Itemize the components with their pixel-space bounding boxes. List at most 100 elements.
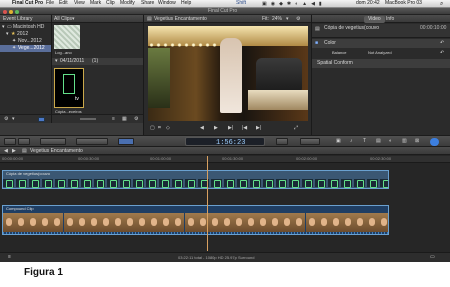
import-button[interactable] — [4, 138, 16, 145]
filmstrip-frame — [329, 213, 342, 233]
spatial-section-header[interactable]: Spatial Conform — [312, 59, 450, 68]
menu-app-name[interactable]: Final Cut Pro — [12, 1, 43, 6]
fit-value[interactable]: 24% — [272, 17, 282, 22]
status-icons[interactable]: ▣◉◆✱◐▲◀▮ — [262, 1, 362, 7]
back-icon[interactable]: ◀ — [4, 149, 8, 154]
filmstrip-view-icon[interactable]: ▦ — [122, 117, 127, 122]
menu-modify[interactable]: Modify — [120, 1, 135, 6]
forward-icon[interactable]: ▶ — [12, 149, 16, 154]
show-hide-library-icon[interactable] — [38, 117, 45, 122]
video-preview[interactable] — [148, 26, 308, 121]
play-reverse-icon[interactable]: ◀ — [200, 126, 204, 131]
viewer-controls: ▢ ⌗ ◇ ◀ ▶ ▶| |◀ ▶| ⤢ — [143, 123, 311, 135]
playhead[interactable] — [207, 156, 208, 251]
audio-meter-button[interactable] — [276, 138, 288, 145]
reset-icon[interactable]: ↶ — [440, 41, 444, 46]
filmstrip-frame — [232, 213, 245, 233]
filmstrip-frame — [378, 213, 388, 233]
rating-buttons[interactable] — [40, 138, 66, 145]
themes-browser-icon[interactable]: ◐ — [389, 139, 392, 144]
color-section-label: Color — [324, 40, 336, 46]
crop-icon[interactable]: ⌗ — [158, 126, 161, 131]
titles-browser-icon[interactable]: T — [363, 139, 366, 144]
play-icon[interactable]: ▶ — [214, 126, 218, 131]
dropdown-arrow-icon[interactable]: ▾ — [12, 117, 15, 122]
menu-mark[interactable]: Mark — [90, 1, 101, 6]
next-frame-icon[interactable]: ▶| — [228, 126, 233, 131]
menu-help[interactable]: Help — [181, 1, 191, 6]
clip-thumbnail-1[interactable] — [54, 25, 80, 49]
music-browser-icon[interactable]: ♪ — [350, 139, 353, 144]
menu-edit[interactable]: Edit — [59, 1, 68, 6]
menu-view[interactable]: View — [74, 1, 85, 6]
keyword-button[interactable] — [18, 138, 30, 145]
disclosure-triangle-icon[interactable]: ▾ — [55, 59, 58, 64]
tab-video[interactable]: Video — [364, 16, 385, 23]
inspector-toggle-icon[interactable] — [430, 138, 439, 146]
viewer-settings-icon[interactable]: ⚙ — [296, 17, 300, 22]
enhancements-button[interactable] — [300, 138, 320, 145]
timeline-index-icon[interactable]: ≡ — [8, 255, 11, 260]
window-title-bar: Final Cut Pro — [0, 8, 450, 15]
date-group-header[interactable]: ▾ 04/11/2011 (1) — [52, 58, 144, 65]
settings-gear-icon[interactable]: ⚙ — [134, 117, 138, 122]
filmstrip-frame — [341, 179, 352, 188]
color-section-header[interactable]: ■ Color ↶ — [312, 39, 450, 48]
transform-icon[interactable]: ▢ — [150, 126, 155, 131]
disclosure-triangle-icon[interactable]: ▾ — [2, 25, 5, 30]
checkbox-icon[interactable]: ■ — [315, 41, 318, 46]
spatial-section-label: Spatial Conform — [317, 60, 353, 66]
menu-user[interactable]: MacBook Pro 03 — [385, 1, 422, 6]
filmstrip-frame — [366, 213, 378, 233]
filmstrip-frame — [305, 213, 318, 233]
action-gear-icon[interactable]: ⚙ — [4, 117, 8, 122]
filmstrip-frame — [136, 213, 149, 233]
library-item-event-vege[interactable]: ✦ Vege...2012 — [0, 45, 51, 52]
select-tool-button[interactable] — [118, 138, 134, 145]
fullscreen-icon[interactable]: ⤢ — [294, 126, 298, 131]
filmstrip-frame — [276, 179, 287, 188]
zoom-slider[interactable] — [80, 118, 96, 120]
menu-clip[interactable]: Clip — [106, 1, 115, 6]
spotlight-icon[interactable]: ⌕ — [440, 1, 443, 7]
timeline-compound-clip[interactable]: Compound Clip — [2, 205, 389, 235]
library-item-2012[interactable]: ▾ ★ 2012 — [0, 31, 51, 38]
menu-share[interactable]: Share — [141, 1, 154, 6]
clip-appearance-icon[interactable]: ▭ — [430, 255, 435, 260]
filmstrip-frame — [263, 179, 274, 188]
filter-dropdown-icon[interactable]: ▾ — [72, 17, 75, 22]
menu-window[interactable]: Window — [158, 1, 176, 6]
balance-action-icon[interactable]: ↶ — [440, 51, 444, 56]
filmstrip-frame — [315, 179, 326, 188]
effects-browser-icon[interactable]: ▥ — [402, 139, 407, 144]
filmstrip-frame — [289, 179, 300, 188]
menu-file[interactable]: File — [46, 1, 54, 6]
photo-browser-icon[interactable]: ▣ — [336, 139, 341, 144]
previous-edit-icon[interactable]: |◀ — [242, 126, 247, 131]
timecode-display[interactable]: 1:56:23 — [185, 137, 265, 147]
transitions-browser-icon[interactable]: ⊠ — [415, 139, 419, 144]
edit-buttons[interactable] — [76, 138, 108, 145]
library-item-event-nov[interactable]: ✦ Nov...2012 — [0, 38, 51, 45]
timeline-ruler[interactable]: 00:00:00:00 00:00:30:00 00:01:00:00 00:0… — [0, 156, 450, 163]
list-view-icon[interactable]: ≡ — [112, 117, 115, 122]
disclosure-triangle-icon[interactable]: ▾ — [6, 32, 9, 37]
timeline-clip-video[interactable]: Cópia de vegetius(couvo — [2, 170, 389, 189]
clip-thumbnail-2[interactable]: tv — [54, 68, 84, 108]
filmstrip-frame — [29, 179, 40, 188]
library-item-label: Nov...2012 — [18, 38, 42, 44]
library-item-macintosh-hd[interactable]: ▾ ▭ Macintosh HD — [0, 24, 51, 31]
next-edit-icon[interactable]: ▶| — [256, 126, 261, 131]
ruler-mark-3: 00:01:30:00 — [222, 156, 244, 161]
view-options-icon[interactable]: ▾ — [286, 17, 289, 22]
close-window-icon[interactable] — [3, 10, 7, 14]
generators-browser-icon[interactable]: ▤ — [376, 139, 381, 144]
zoom-window-icon[interactable] — [15, 10, 19, 14]
menu-clock[interactable]: dom 20:42 — [356, 1, 380, 6]
minimize-window-icon[interactable] — [9, 10, 13, 14]
event-library-header: Event Library — [0, 15, 51, 23]
browser-filter-label[interactable]: All Clips — [54, 17, 72, 22]
timeline-status-text: 03:22:11 total - 1080p HD 25.97p Surroun… — [178, 255, 255, 260]
tab-info[interactable]: Info — [386, 17, 394, 22]
distort-icon[interactable]: ◇ — [166, 126, 170, 131]
